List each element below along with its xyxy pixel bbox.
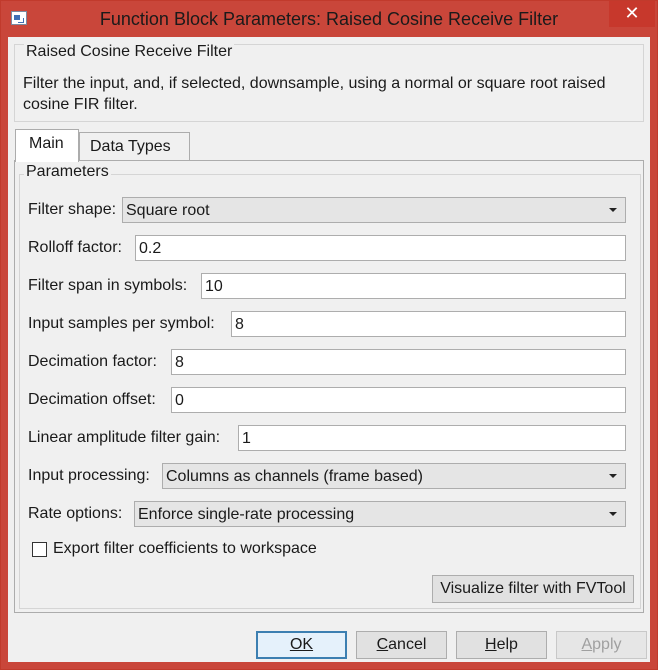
apply-button-label: Apply	[581, 636, 622, 653]
rate-options-value: Enforce single-rate processing	[138, 506, 355, 523]
apply-button[interactable]: Apply	[556, 631, 647, 659]
filter-shape-row: Filter shape: Square root	[28, 197, 628, 223]
decimation-offset-row: Decimation offset: 0	[28, 387, 628, 413]
dialog-body: Raised Cosine Receive Filter Filter the …	[8, 37, 650, 662]
filter-shape-value: Square root	[126, 202, 210, 219]
close-icon: ✕	[624, 3, 640, 23]
cancel-button-label: Cancel	[376, 636, 427, 653]
window-title: Function Block Parameters: Raised Cosine…	[99, 9, 559, 29]
input-samples-label: Input samples per symbol:	[28, 315, 215, 332]
export-coefficients-row: Export filter coefficients to workspace	[32, 540, 432, 560]
decimation-factor-field[interactable]: 8	[171, 349, 626, 375]
description-group-title: Raised Cosine Receive Filter	[24, 43, 235, 61]
input-processing-value: Columns as channels (frame based)	[166, 468, 424, 485]
filter-shape-select[interactable]: Square root	[122, 197, 626, 223]
tab-panel-main: Parameters Filter shape: Square root Rol…	[14, 160, 644, 613]
chevron-down-icon	[609, 208, 617, 212]
decimation-offset-label: Decimation offset:	[28, 391, 156, 408]
gain-label: Linear amplitude filter gain:	[28, 429, 221, 446]
cancel-button[interactable]: Cancel	[356, 631, 447, 659]
filter-span-label: Filter span in symbols:	[28, 277, 188, 294]
dialog-window: Function Block Parameters: Raised Cosine…	[0, 0, 658, 670]
chevron-down-icon	[609, 512, 617, 516]
decimation-factor-label: Decimation factor:	[28, 353, 157, 370]
filter-shape-label: Filter shape:	[28, 201, 117, 218]
rolloff-factor-field[interactable]: 0.2	[135, 235, 626, 261]
ok-button[interactable]: OK	[256, 631, 347, 659]
rolloff-factor-label: Rolloff factor:	[28, 239, 122, 256]
rate-options-row: Rate options: Enforce single-rate proces…	[28, 501, 628, 527]
export-coefficients-label[interactable]: Export filter coefficients to workspace	[53, 540, 317, 558]
description-group: Raised Cosine Receive Filter Filter the …	[14, 43, 644, 122]
decimation-offset-field[interactable]: 0	[171, 387, 626, 413]
gain-field[interactable]: 1	[238, 425, 626, 451]
ok-button-label: OK	[289, 636, 314, 653]
title-bar[interactable]: Function Block Parameters: Raised Cosine…	[1, 1, 657, 37]
gain-row: Linear amplitude filter gain: 1	[28, 425, 628, 451]
help-button[interactable]: Help	[456, 631, 547, 659]
filter-span-row: Filter span in symbols: 10	[28, 273, 628, 299]
rolloff-factor-row: Rolloff factor: 0.2	[28, 235, 628, 261]
parameters-group-title: Parameters	[24, 163, 111, 181]
parameters-group: Parameters Filter shape: Square root Rol…	[19, 163, 641, 609]
description-text: Filter the input, and, if selected, down…	[23, 75, 606, 113]
input-processing-row: Input processing: Columns as channels (f…	[28, 463, 628, 489]
help-button-label: Help	[485, 636, 518, 653]
input-processing-select[interactable]: Columns as channels (frame based)	[162, 463, 626, 489]
chevron-down-icon	[609, 474, 617, 478]
export-coefficients-checkbox[interactable]	[32, 542, 47, 557]
tab-data-types[interactable]: Data Types	[79, 132, 190, 162]
visualize-fvtool-button[interactable]: Visualize filter with FVTool	[432, 575, 634, 603]
tab-main[interactable]: Main	[15, 129, 79, 162]
input-samples-row: Input samples per symbol: 8	[28, 311, 628, 337]
decimation-factor-row: Decimation factor: 8	[28, 349, 628, 375]
rate-options-label: Rate options:	[28, 505, 123, 522]
input-samples-field[interactable]: 8	[231, 311, 626, 337]
close-button[interactable]: ✕	[609, 1, 655, 27]
input-processing-label: Input processing:	[28, 467, 150, 484]
filter-span-field[interactable]: 10	[201, 273, 626, 299]
rate-options-select[interactable]: Enforce single-rate processing	[134, 501, 626, 527]
